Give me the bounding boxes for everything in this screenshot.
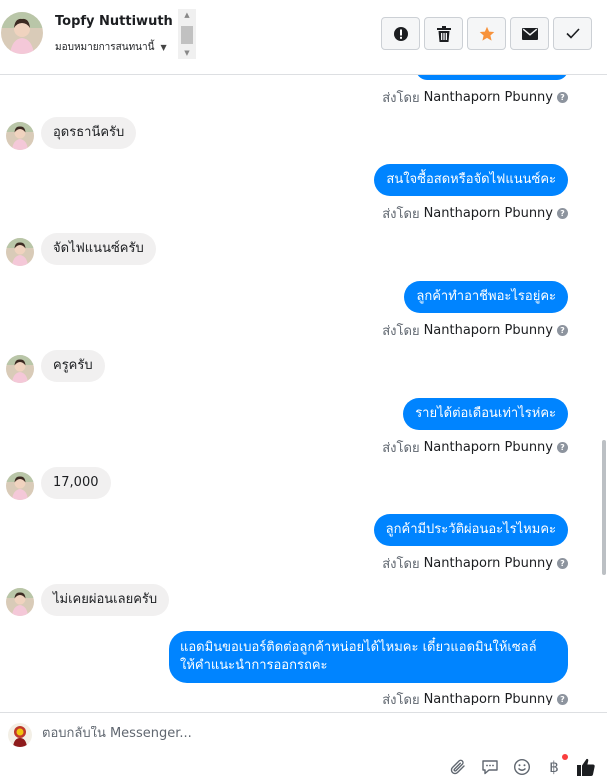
message-thread[interactable]: ส่งโดย Nanthaporn Pbunny ? อุดรธานีครับ … [0,75,600,705]
outgoing-message-bubble[interactable]: ลูกค้าทำอาชีพอะไรอยู่คะ [404,281,568,313]
customer-avatar[interactable] [6,472,34,500]
thread-scroll-thumb[interactable] [602,440,606,575]
done-button[interactable] [553,17,592,50]
sent-by-line: ส่งโดย Nanthaporn Pbunny ? [382,320,568,341]
scroll-thumb[interactable] [181,26,193,44]
incoming-message-bubble[interactable]: อุดรธานีครับ [41,117,137,149]
conversation-header: Topfy Nuttiwuth มอบหมายการสนทนานี้ ▼ ▲ ▼ [0,0,607,75]
sent-by-agent[interactable]: Nanthaporn Pbunny [424,556,553,571]
message-text-line: แอดมินขอเบอร์ติดต่อลูกค้าหน่อยได้ไหมคะ เ… [180,640,537,655]
help-icon[interactable]: ? [557,442,568,453]
sent-by-line: ส่งโดย Nanthaporn Pbunny ? [382,689,568,705]
chevron-down-icon: ▼ [160,43,167,52]
sent-by-line: ส่งโดย Nanthaporn Pbunny ? [382,203,568,224]
outgoing-message-bubble[interactable]: ลูกค้ามีประวัติผ่อนอะไรไหมคะ [373,514,568,546]
incoming-message-bubble[interactable]: จัดไฟแนนซ์ครับ [41,233,156,265]
outgoing-message-bubble[interactable]: รายได้ต่อเดือนเท่าไรห่คะ [403,398,568,430]
star-button[interactable] [467,17,506,50]
customer-avatar[interactable] [6,355,34,383]
alert-icon [393,26,408,41]
sent-by-agent[interactable]: Nanthaporn Pbunny [424,206,553,221]
sent-by-prefix: ส่งโดย [382,441,420,456]
customer-avatar[interactable] [6,122,34,150]
outgoing-message-bubble[interactable] [416,75,568,80]
delete-button[interactable] [424,17,463,50]
trash-icon [436,25,451,42]
saved-replies-icon[interactable] [480,757,500,777]
help-icon[interactable]: ? [557,325,568,336]
sent-by-agent[interactable]: Nanthaporn Pbunny [424,323,553,338]
reply-input[interactable] [42,726,442,741]
sent-by-line: ส่งโดย Nanthaporn Pbunny ? [382,553,568,574]
sent-by-prefix: ส่งโดย [382,207,420,222]
sent-by-agent[interactable]: Nanthaporn Pbunny [424,90,553,105]
sent-by-agent[interactable]: Nanthaporn Pbunny [424,692,553,705]
sent-by-prefix: ส่งโดย [382,693,420,705]
incoming-message-bubble[interactable]: 17,000 [41,467,111,499]
help-icon[interactable]: ? [557,558,568,569]
message-text-line: ให้คำแนะนำการออกรถคะ [180,658,328,673]
sent-by-prefix: ส่งโดย [382,324,420,339]
incoming-message-bubble[interactable]: ครูครับ [41,350,105,382]
emoji-icon[interactable] [512,757,532,777]
sent-by-prefix: ส่งโดย [382,557,420,572]
like-icon[interactable] [576,757,596,777]
thread-scrollbar[interactable] [600,75,607,705]
customer-avatar[interactable] [6,238,34,266]
sent-by-line: ส่งโดย Nanthaporn Pbunny ? [382,437,568,458]
contact-avatar[interactable] [1,12,43,54]
star-icon [479,26,494,41]
baht-payment-icon[interactable]: ฿ [544,757,564,777]
help-icon[interactable]: ? [557,92,568,103]
page-avatar [8,723,32,747]
attachment-icon[interactable] [448,757,468,777]
assign-conversation-dropdown[interactable]: มอบหมายการสนทนานี้ ▼ [55,40,167,55]
notification-dot [562,754,568,760]
help-icon[interactable]: ? [557,694,568,705]
incoming-message-bubble[interactable]: ไม่เคยผ่อนเลยครับ [41,584,170,616]
label-scrollbar[interactable]: ▲ ▼ [178,9,196,59]
scroll-down-icon[interactable]: ▼ [178,47,196,59]
scroll-up-icon[interactable]: ▲ [178,9,196,21]
sent-by-line: ส่งโดย Nanthaporn Pbunny ? [382,87,568,108]
sent-by-agent[interactable]: Nanthaporn Pbunny [424,440,553,455]
outgoing-message-bubble[interactable]: สนใจซื้อสดหรือจัดไฟแนนซ์คะ [374,164,568,196]
envelope-icon [521,27,538,40]
mark-spam-button[interactable] [381,17,420,50]
help-icon[interactable]: ? [557,208,568,219]
reply-composer: ฿ [0,712,607,779]
contact-name[interactable]: Topfy Nuttiwuth [55,14,173,29]
customer-avatar[interactable] [6,588,34,616]
outgoing-message-bubble[interactable]: แอดมินขอเบอร์ติดต่อลูกค้าหน่อยได้ไหมคะ เ… [169,631,568,683]
mark-unread-button[interactable] [510,17,549,50]
assign-label: มอบหมายการสนทนานี้ [55,42,155,53]
check-icon [565,28,580,39]
sent-by-prefix: ส่งโดย [382,91,420,106]
